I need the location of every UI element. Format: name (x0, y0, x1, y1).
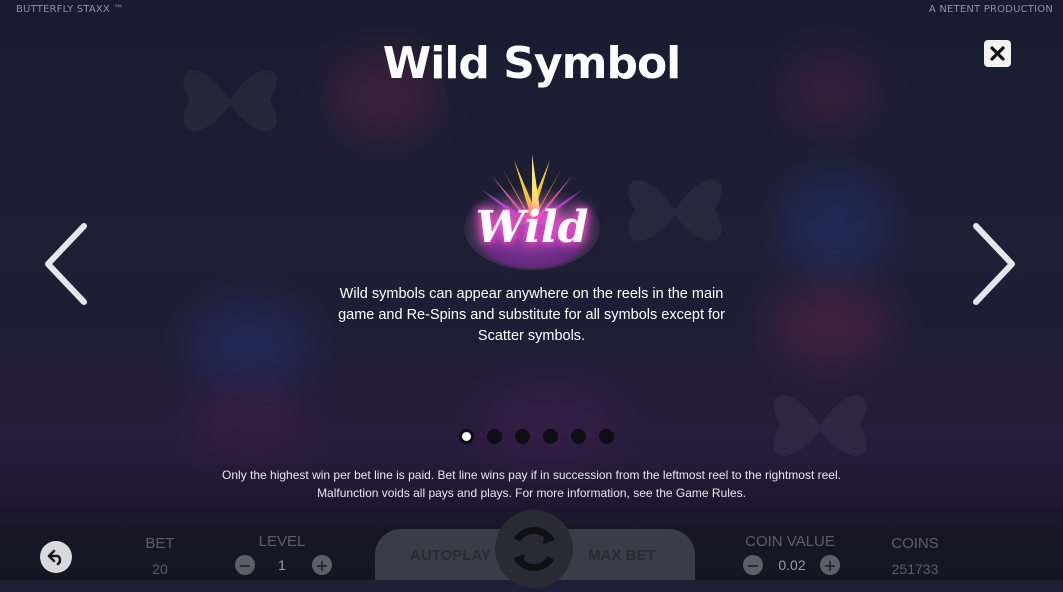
arrow-left-icon (45, 223, 87, 305)
coins-label: COINS (891, 535, 939, 552)
symbol-description: Wild symbols can appear anywhere on the … (338, 286, 725, 344)
back-icon (47, 549, 62, 566)
page-dot-6[interactable] (599, 429, 614, 444)
bet-value: 20 (152, 561, 168, 577)
page-dot-5[interactable] (571, 429, 586, 444)
coin-value-decrease-button[interactable]: − (743, 555, 763, 575)
autoplay-button[interactable]: AUTOPLAY (410, 547, 491, 564)
coin-value-increase-button[interactable]: + (820, 555, 840, 575)
plus-icon: + (315, 555, 329, 575)
page-dot-4[interactable] (543, 429, 558, 444)
coin-value-label: COIN VALUE (745, 533, 835, 550)
level-increase-button[interactable]: + (312, 555, 332, 575)
coin-value: 0.02 (778, 557, 806, 573)
legal-line-2: Malfunction voids all pays and plays. Fo… (317, 486, 746, 500)
close-button[interactable] (984, 40, 1011, 67)
page-indicator (459, 429, 614, 444)
back-button[interactable] (40, 541, 72, 573)
coins-value: 251733 (891, 561, 939, 577)
wild-symbol: Wild (462, 150, 602, 275)
page-dot-2[interactable] (487, 429, 502, 444)
next-page-button[interactable] (964, 220, 1024, 308)
plus-icon: + (823, 555, 837, 575)
wild-symbol-label: Wild (475, 202, 589, 253)
page-dot-3[interactable] (515, 429, 530, 444)
game-title: BUTTERFLY STAXX ™ (16, 4, 124, 15)
legal-text: Only the highest win per bet line is pai… (0, 466, 1063, 502)
minus-icon: − (238, 555, 252, 575)
producer-label: A NETENT PRODUCTION (928, 4, 1053, 15)
page-title: Wild Symbol (382, 38, 682, 89)
level-decrease-button[interactable]: − (235, 555, 255, 575)
page-dot-1[interactable] (459, 429, 474, 444)
spin-button[interactable] (495, 510, 573, 588)
level-value: 1 (278, 557, 286, 573)
close-icon (990, 46, 1005, 61)
legal-line-1: Only the highest win per bet line is pai… (222, 468, 841, 482)
level-label: LEVEL (258, 533, 306, 550)
arrow-right-icon (973, 223, 1015, 305)
spin-icon (513, 527, 555, 571)
max-bet-button[interactable]: MAX BET (588, 547, 656, 564)
bet-label: BET (145, 535, 175, 552)
previous-page-button[interactable] (38, 220, 98, 308)
minus-icon: − (746, 555, 760, 575)
